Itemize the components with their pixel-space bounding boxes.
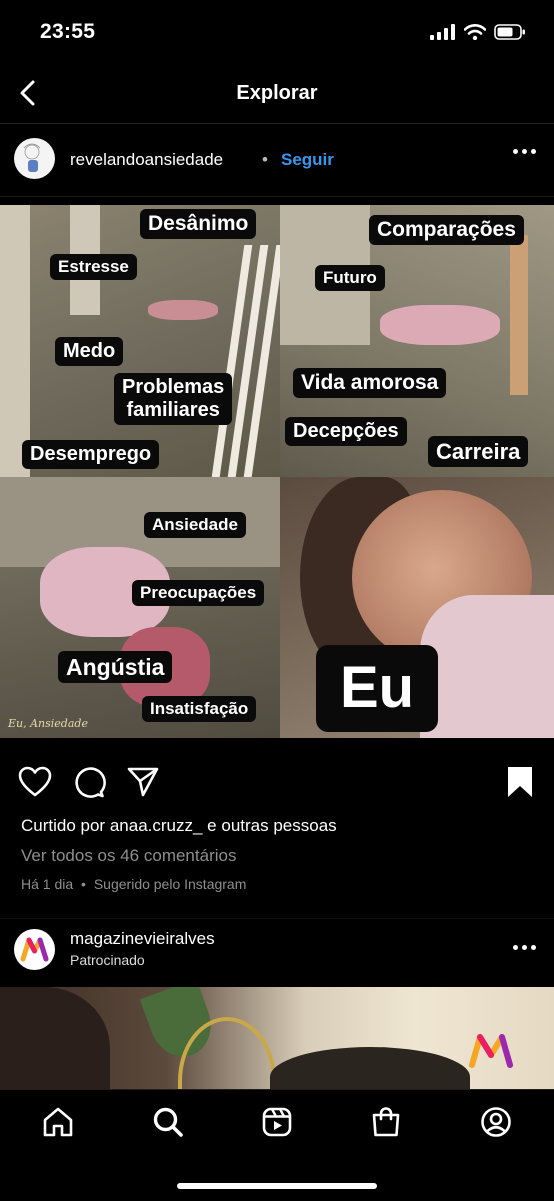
follow-button[interactable]: Seguir <box>281 150 334 170</box>
post-meta: Há 1 dia • Sugerido pelo Instagram <box>21 876 246 892</box>
label-insatisfacao: Insatisfação <box>142 696 257 722</box>
suggested-label: Sugerido pelo Instagram <box>93 876 247 892</box>
avatar[interactable] <box>14 138 55 179</box>
liked-others-link[interactable]: outras pessoas <box>221 816 336 835</box>
liked-by-text: Curtido por anaa.cruzz_ e outras pessoas <box>21 816 337 836</box>
label-preocupacoes: Preocupações <box>132 580 265 606</box>
ad-more-options-icon[interactable] <box>513 945 536 950</box>
sponsored-label: Patrocinado <box>70 952 145 968</box>
label-medo: Medo <box>55 337 124 366</box>
meta-separator: • <box>81 876 86 892</box>
liked-prefix: Curtido por <box>21 816 110 835</box>
label-estresse: Estresse <box>50 254 137 280</box>
label-comparacoes: Comparações <box>369 215 524 246</box>
status-bar: 23:55 <box>0 0 554 66</box>
label-futuro: Futuro <box>315 265 385 291</box>
image-watermark: Eu, Ansiedade <box>8 717 88 730</box>
view-comments-link[interactable]: Ver todos os 46 comentários <box>21 846 236 866</box>
status-time: 23:55 <box>40 20 96 43</box>
ad-avatar[interactable] <box>14 929 55 970</box>
search-icon[interactable] <box>152 1106 184 1138</box>
liked-user-link[interactable]: anaa.cruzz_ <box>110 816 203 835</box>
shop-icon[interactable] <box>370 1106 402 1138</box>
share-icon[interactable] <box>126 765 160 799</box>
magazine-logo-icon <box>14 929 55 970</box>
label-desemprego: Desemprego <box>22 440 160 469</box>
profile-icon[interactable] <box>480 1106 512 1138</box>
home-indicator <box>177 1183 377 1189</box>
label-angustia: Angústia <box>58 651 173 684</box>
ad-image[interactable] <box>0 987 554 1089</box>
ad-brand-logo-icon <box>469 1034 513 1068</box>
page-title: Explorar <box>236 82 318 104</box>
avatar-illustration <box>14 138 55 179</box>
label-vida-amorosa: Vida amorosa <box>293 368 447 399</box>
post-username[interactable]: revelandoansiedade <box>70 150 223 170</box>
wifi-icon <box>464 24 486 40</box>
comment-icon[interactable] <box>72 765 106 799</box>
battery-icon <box>494 24 525 40</box>
separator-dot: • <box>262 150 268 169</box>
label-carreira: Carreira <box>428 436 529 468</box>
label-problemas-familiares: Problemas familiares <box>114 373 233 425</box>
image-panel-top-left <box>0 205 285 477</box>
post-actions <box>0 765 554 805</box>
nav-header: Explorar <box>0 66 554 124</box>
label-ansiedade: Ansiedade <box>144 512 246 538</box>
more-options-icon[interactable] <box>513 149 536 154</box>
liked-connector: e <box>202 816 222 835</box>
post-image[interactable]: Desânimo Comparações Estresse Futuro Med… <box>0 205 554 738</box>
ad-username[interactable]: magazinevieiralves <box>70 929 215 949</box>
post-time: Há 1 dia <box>21 876 74 892</box>
post-header: revelandoansiedade • Seguir <box>0 124 554 197</box>
reels-icon[interactable] <box>261 1106 293 1138</box>
label-eu: Eu <box>316 645 439 732</box>
bookmark-icon[interactable] <box>503 765 537 799</box>
status-icons <box>430 24 526 40</box>
label-desanimo: Desânimo <box>140 209 257 240</box>
ad-post-header: magazinevieiralves Patrocinado <box>0 918 554 981</box>
heart-icon[interactable] <box>18 765 52 799</box>
cellular-signal-icon <box>430 24 455 40</box>
home-icon[interactable] <box>42 1106 74 1138</box>
label-decepcoes: Decepções <box>285 417 407 446</box>
